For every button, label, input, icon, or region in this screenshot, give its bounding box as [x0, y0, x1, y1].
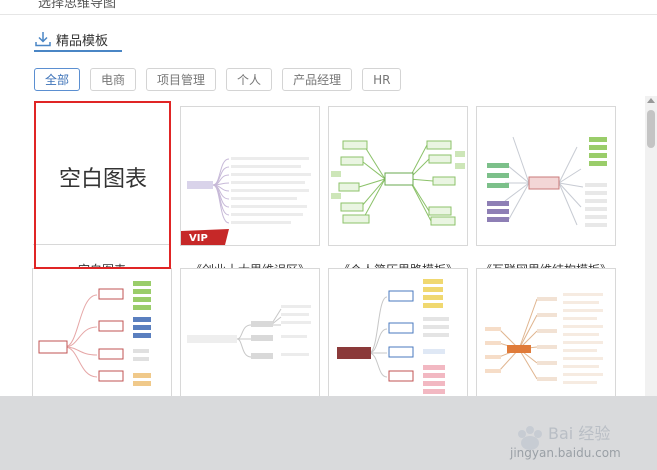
template-card-startup[interactable]: VIP 《创业十大思维误区》 [180, 106, 320, 277]
mindmap-preview [187, 157, 311, 224]
filter-ecommerce[interactable]: 电商 [90, 68, 137, 91]
watermark-logo-text: Bai 经验 [548, 424, 611, 443]
template-thumbnail: 空白图表 [32, 106, 172, 246]
mindmap-preview [487, 136, 607, 227]
dialog-title: 选择思维导图 [38, 0, 117, 11]
template-card[interactable] [476, 268, 616, 396]
template-thumbnail [328, 268, 468, 396]
template-card[interactable] [32, 268, 172, 396]
vip-badge-text: VIP [189, 233, 208, 244]
mindmap-preview [331, 140, 465, 226]
tab-label: 精品模板 [56, 33, 109, 49]
mindmap-preview [337, 279, 449, 394]
template-card-blank[interactable]: 空白图表 空白图表 [32, 106, 172, 277]
template-thumbnail [180, 268, 320, 396]
template-card[interactable] [328, 268, 468, 396]
tab-featured-templates[interactable]: 精品模板 [34, 26, 108, 52]
divider [33, 244, 171, 245]
divider [0, 14, 657, 15]
template-card-resume[interactable]: 《个人简历思路模板》 [328, 106, 468, 277]
tab-active-indicator [34, 50, 122, 52]
template-thumbnail [476, 268, 616, 396]
scrollbar-thumb[interactable] [647, 110, 655, 148]
watermark-url: jingyan.baidu.com [510, 446, 621, 460]
template-thumbnail [476, 106, 616, 246]
mindmap-preview [187, 305, 311, 359]
filter-all[interactable]: 全部 [34, 68, 81, 91]
template-card[interactable] [180, 268, 320, 396]
scroll-up-icon[interactable] [647, 98, 655, 103]
mindmap-preview [38, 281, 151, 386]
filter-personal[interactable]: 个人 [226, 68, 273, 91]
filter-hr[interactable]: HR [362, 68, 402, 91]
mindmap-preview [485, 293, 603, 384]
template-thumbnail [32, 268, 172, 396]
filter-project-management[interactable]: 项目管理 [146, 68, 217, 91]
category-filters: 全部 电商 项目管理 个人 产品经理 HR [34, 68, 402, 91]
blank-chart-text: 空白图表 [58, 167, 147, 192]
template-card-internet[interactable]: 《互联网思维结构模板》 [476, 106, 616, 277]
template-thumbnail: VIP [180, 106, 320, 246]
template-grid: 空白图表 空白图表 [32, 106, 620, 396]
template-dialog: 选择思维导图 精品模板 全部 电商 项目管理 个人 产品经理 HR 空白图表 空… [0, 0, 657, 396]
template-thumbnail [328, 106, 468, 246]
download-icon [35, 32, 51, 47]
filter-product-manager[interactable]: 产品经理 [282, 68, 353, 91]
